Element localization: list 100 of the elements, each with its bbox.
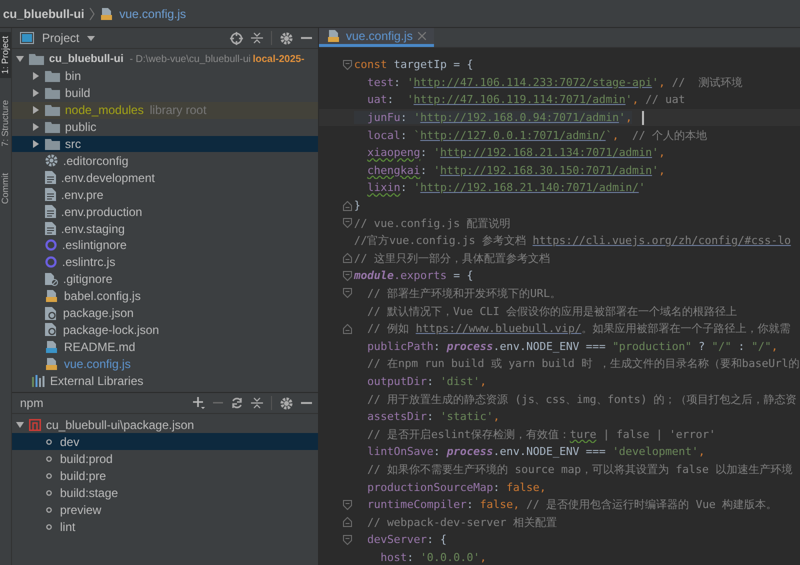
text-file-icon (45, 171, 56, 184)
folder-icon (45, 104, 60, 116)
collapse-all-icon[interactable] (251, 32, 263, 44)
code-line: xiaopeng: 'http://192.168.21.134:7071/admin', (366, 146, 666, 160)
expand-arrow-icon[interactable] (32, 72, 40, 80)
settings-icon[interactable] (280, 396, 293, 410)
script-dot-icon (46, 438, 52, 444)
tree-item[interactable]: node_modules library root (12, 102, 318, 119)
tool-window-tab[interactable]: 1: Project (0, 32, 11, 78)
tree-item[interactable]: vue.config.js (12, 355, 318, 372)
code-line: // 在npm run build 或 yarn build 时 ，生成文件的目录名称（要和baseUrl的 (366, 356, 800, 372)
folder-icon (45, 87, 60, 100)
tree-item[interactable]: .gitignore (12, 270, 318, 288)
code-line: const targetIp = { (354, 58, 474, 72)
code-line: local: `http://127.0.0.1:7071/admin/`, // 个人的本地 (366, 128, 708, 143)
code-line: module.exports = { (354, 269, 474, 282)
tree-item[interactable]: .env.development (12, 169, 318, 186)
npm-script-item[interactable]: dev (12, 433, 318, 450)
tree-item[interactable]: cu_bluebull-ui - D:\web-vue\cu_bluebull-ui local-2025- (12, 51, 318, 68)
tree-item[interactable]: README.md (12, 338, 318, 356)
expand-arrow-icon[interactable] (16, 420, 24, 428)
tree-item[interactable]: cu_bluebull-ui\package.json (12, 416, 318, 433)
code-line: // 是否开启eslint保存检测，有效值：ture | false | 'error' (366, 426, 716, 442)
text-file-icon (45, 188, 56, 202)
markdown-file-icon (45, 340, 59, 354)
tree-item[interactable]: public (12, 118, 318, 136)
expand-arrow-icon[interactable] (32, 140, 40, 148)
tree-item[interactable]: .eslintrc.js (12, 254, 318, 271)
tree-item[interactable]: build (12, 84, 318, 102)
tree-item[interactable]: .env.staging (12, 220, 318, 237)
npm-script-item[interactable]: lint (12, 518, 318, 535)
script-dot-icon (46, 456, 52, 462)
tree-item[interactable]: package.json (12, 304, 318, 322)
fold-marker-icon[interactable] (343, 60, 352, 70)
code-line: // vue.config.js 配置说明 (354, 216, 511, 231)
js-file-icon (100, 6, 114, 20)
tree-item[interactable]: babel.config.js (12, 288, 318, 305)
locate-icon[interactable] (230, 32, 243, 44)
dropdown-caret-icon[interactable] (87, 36, 96, 40)
tree-item[interactable]: .eslintignore (12, 236, 318, 254)
npm-script-item[interactable]: build:prod (12, 450, 318, 467)
tree-item[interactable]: src (12, 136, 318, 152)
js-file-icon (45, 356, 59, 371)
js-file-icon (45, 289, 59, 304)
code-line: publicPath: process.env.NODE_ENV === "production" ? "/" : "/", (366, 340, 778, 353)
npm-script-item[interactable]: build:pre (12, 467, 318, 484)
fold-marker-icon[interactable] (343, 517, 352, 528)
code-line: uat: 'http://47.106.119.114:7071/admin', // uat (366, 93, 686, 106)
path-label: - D:\web-vue\cu_bluebull-ui (130, 54, 251, 65)
fold-marker-icon[interactable] (343, 288, 352, 298)
breadcrumb-file[interactable]: vue.config.js (119, 6, 186, 20)
expand-arrow-icon[interactable] (16, 55, 24, 64)
tool-window-tab[interactable]: 7: Structure (0, 96, 11, 151)
script-dot-icon (46, 472, 52, 478)
code-line: // 如果你不需要生产环境的 source map，可以将其设置为 false 以加速生产环境 (366, 462, 792, 477)
tree-item[interactable]: External Libraries (12, 372, 318, 389)
ignored-file-icon (45, 272, 58, 286)
code-line: lixin: 'http://192.168.21.140:7071/admin/' (366, 181, 646, 194)
tree-item[interactable]: bin (12, 68, 318, 85)
tree-item[interactable]: package-lock.json (12, 322, 318, 338)
fold-marker-icon[interactable] (343, 324, 352, 334)
fold-marker-icon[interactable] (343, 270, 352, 281)
tool-window-tab[interactable]: Commit (0, 168, 11, 208)
fold-marker-icon[interactable] (343, 534, 352, 545)
expand-arrow-icon[interactable] (32, 106, 40, 114)
fold-marker-icon[interactable] (343, 500, 352, 510)
refresh-icon[interactable] (231, 397, 243, 409)
code-line: chengkai: 'http://192.168.30.150:7071/admin', (366, 164, 666, 177)
chevron-icon (89, 6, 96, 20)
tree-item[interactable]: .env.production (12, 203, 318, 220)
minimize-icon[interactable] (301, 402, 312, 404)
fold-marker-icon[interactable] (343, 200, 352, 210)
code-line: // webpack-dev-server 相关配置 (366, 514, 557, 530)
minimize-icon[interactable] (301, 36, 312, 40)
code-line: devServer: { (366, 533, 447, 546)
fold-marker-icon[interactable] (343, 218, 352, 228)
code-line: productionSourceMap: false, (366, 480, 546, 494)
expand-arrow-icon[interactable] (32, 89, 40, 98)
script-dot-icon (46, 524, 52, 530)
code-line: //官方vue.config.js 参考文档 https://cli.vuejs.org/zh/config/#css-lo (354, 233, 791, 248)
library-root-label: library root (150, 103, 206, 118)
collapse-all-icon[interactable] (251, 397, 263, 409)
expand-arrow-icon[interactable] (32, 123, 40, 132)
fold-marker-icon[interactable] (343, 253, 352, 264)
editor-tab[interactable]: vue.config.js (319, 28, 434, 47)
tree-item[interactable]: .editorconfig (12, 152, 318, 170)
settings-icon[interactable] (280, 32, 293, 44)
text-caret (642, 110, 644, 125)
panel-icon (20, 32, 34, 44)
npm-script-item[interactable]: preview (12, 501, 318, 518)
code-line: host: '0.0.0.0', (379, 550, 486, 564)
breadcrumb-project[interactable]: cu_bluebull-ui (3, 6, 84, 20)
panel-title[interactable]: Project (42, 31, 80, 45)
npm-icon (29, 418, 41, 430)
folder-icon (45, 138, 60, 150)
npm-script-item[interactable]: build:stage (12, 484, 318, 501)
code-line: lintOnSave: process.env.NODE_ENV === 'development', (366, 445, 706, 458)
tree-item[interactable]: .env.pre (12, 186, 318, 204)
code-line: // 部署生产环境和开发环境下的URL。 (366, 286, 561, 301)
add-icon[interactable] (193, 397, 205, 409)
